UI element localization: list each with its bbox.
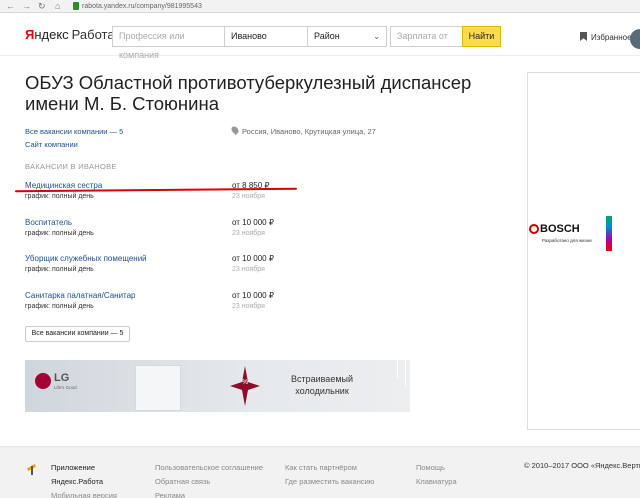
address-text: Россия, Иваново, Крутицкая улица, 27: [242, 127, 376, 136]
footer-link[interactable]: Как стать партнёром: [285, 461, 374, 475]
company-address: Россия, Иваново, Крутицкая улица, 27: [230, 125, 376, 138]
vacancy-date: 23 ноября: [232, 193, 265, 200]
vacancy-schedule: график: полный день: [25, 193, 94, 200]
list-item: Санитарка палатная/Санитар график: полны…: [25, 291, 295, 321]
bosch-brand: BOSCH: [540, 223, 580, 235]
footer-link[interactable]: Обратная связь: [155, 475, 263, 489]
ornament-string: [397, 360, 398, 378]
lock-icon: [73, 2, 79, 10]
star-ornament-icon: [230, 366, 260, 406]
company-links: Все вакансии компании — 5 Сайт компании: [25, 125, 123, 151]
bookmark-icon: [580, 32, 587, 41]
list-item: Воспитатель график: полный день от 10 00…: [25, 218, 295, 248]
home-icon[interactable]: ⌂: [55, 1, 60, 12]
percent-label: %: [241, 379, 249, 386]
vacancy-date: 23 ноября: [232, 303, 265, 310]
vacancy-schedule: график: полный день: [25, 303, 94, 310]
back-arrow-icon[interactable]: ←: [6, 1, 15, 12]
lg-ad-text: Встраиваемый холодильник: [290, 374, 354, 396]
list-item: Медицинская сестра график: полный день о…: [25, 181, 295, 211]
vacancy-salary: от 10 000 ₽: [232, 291, 274, 300]
profession-search-input[interactable]: Профессия или компания: [112, 26, 225, 60]
footer-link[interactable]: Где разместить вакансию: [285, 475, 374, 489]
vacancy-title-link[interactable]: Уборщик служебных помещений: [25, 254, 147, 263]
district-select[interactable]: Район ⌄: [307, 26, 387, 47]
footer-link[interactable]: Пользовательское соглашение: [155, 461, 263, 475]
footer-link[interactable]: Реклама: [155, 489, 263, 498]
all-vacancies-link[interactable]: Все вакансии компании — 5: [25, 125, 123, 138]
browser-toolbar: ← → ↻ ⌂ rabota.yandex.ru/company/9819955…: [0, 0, 640, 13]
section-heading: ВАКАНСИИ В ИВАНОВЕ: [25, 162, 117, 171]
footer-column-2: Пользовательское соглашение Обратная свя…: [155, 461, 263, 498]
reload-icon[interactable]: ↻: [38, 1, 46, 12]
lg-brand: LG: [54, 372, 70, 384]
fridge-image: [135, 365, 181, 411]
district-label: Район: [314, 31, 340, 41]
copyright: © 2010–2017 ООО «Яндекс.Вертикали»: [524, 461, 640, 470]
mobile-version-link[interactable]: Мобильная версия: [51, 489, 117, 498]
all-vacancies-button[interactable]: Все вакансии компании — 5: [25, 326, 130, 342]
address-bar[interactable]: rabota.yandex.ru/company/981995543: [82, 1, 202, 12]
hammer-icon: [27, 464, 38, 475]
favorites-label: Избранное: [591, 33, 632, 42]
vacancy-salary: от 10 000 ₽: [232, 254, 274, 263]
page-title: ОБУЗ Областной противотуберкулезный дисп…: [25, 72, 472, 114]
vacancy-date: 23 ноября: [232, 230, 265, 237]
salary-input[interactable]: Зарплата от: [390, 26, 463, 47]
vacancy-title-link[interactable]: Санитарка палатная/Санитар: [25, 291, 136, 300]
favorites-link[interactable]: Избранное: [580, 32, 632, 43]
site-footer: Приложение Яндекс.Работа Мобильная верси…: [0, 446, 640, 498]
bosch-ad-banner[interactable]: BOSCH Разработано для жизни: [527, 72, 640, 430]
avatar[interactable]: [630, 29, 640, 49]
vacancy-schedule: график: полный день: [25, 266, 94, 273]
vacancy-salary: от 10 000 ₽: [232, 218, 274, 227]
footer-link[interactable]: Клавиатура: [416, 475, 457, 489]
city-input[interactable]: Иваново: [224, 26, 308, 47]
logo-service: Работа: [71, 27, 115, 42]
forward-arrow-icon[interactable]: →: [22, 1, 31, 12]
footer-column-4: Помощь Клавиатура: [416, 461, 457, 489]
list-item: Уборщик служебных помещений график: полн…: [25, 254, 295, 284]
footer-link[interactable]: Помощь: [416, 461, 457, 475]
find-button[interactable]: Найти: [462, 26, 501, 47]
logo-ndex: ндекс: [34, 27, 69, 42]
vacancy-schedule: график: полный день: [25, 230, 94, 237]
ornament-string: [405, 360, 406, 386]
lg-slogan: Life's Good: [54, 385, 77, 390]
app-link-line2[interactable]: Яндекс.Работа: [51, 475, 117, 489]
footer-app-column: Приложение Яндекс.Работа Мобильная верси…: [51, 461, 117, 498]
company-site-link[interactable]: Сайт компании: [25, 138, 123, 151]
site-header: Яндекс Работа Профессия или компания Иван…: [0, 14, 640, 60]
yandex-rabota-logo[interactable]: Яндекс Работа: [25, 27, 115, 43]
color-stripe: [606, 216, 612, 251]
footer-column-3: Как стать партнёром Где разместить вакан…: [285, 461, 374, 489]
vacancy-title-link[interactable]: Воспитатель: [25, 218, 72, 227]
logo-ya: Я: [25, 27, 35, 42]
bosch-slogan: Разработано для жизни: [542, 238, 592, 243]
app-link-line1[interactable]: Приложение: [51, 461, 117, 475]
lg-logo-icon: [35, 373, 51, 389]
bosch-logo-icon: [529, 224, 539, 234]
map-pin-icon: [230, 125, 240, 135]
vacancy-date: 23 ноября: [232, 266, 265, 273]
chevron-down-icon: ⌄: [373, 32, 380, 41]
lg-ad-banner[interactable]: LG Life's Good % Встраиваемый холодильни…: [25, 360, 410, 412]
